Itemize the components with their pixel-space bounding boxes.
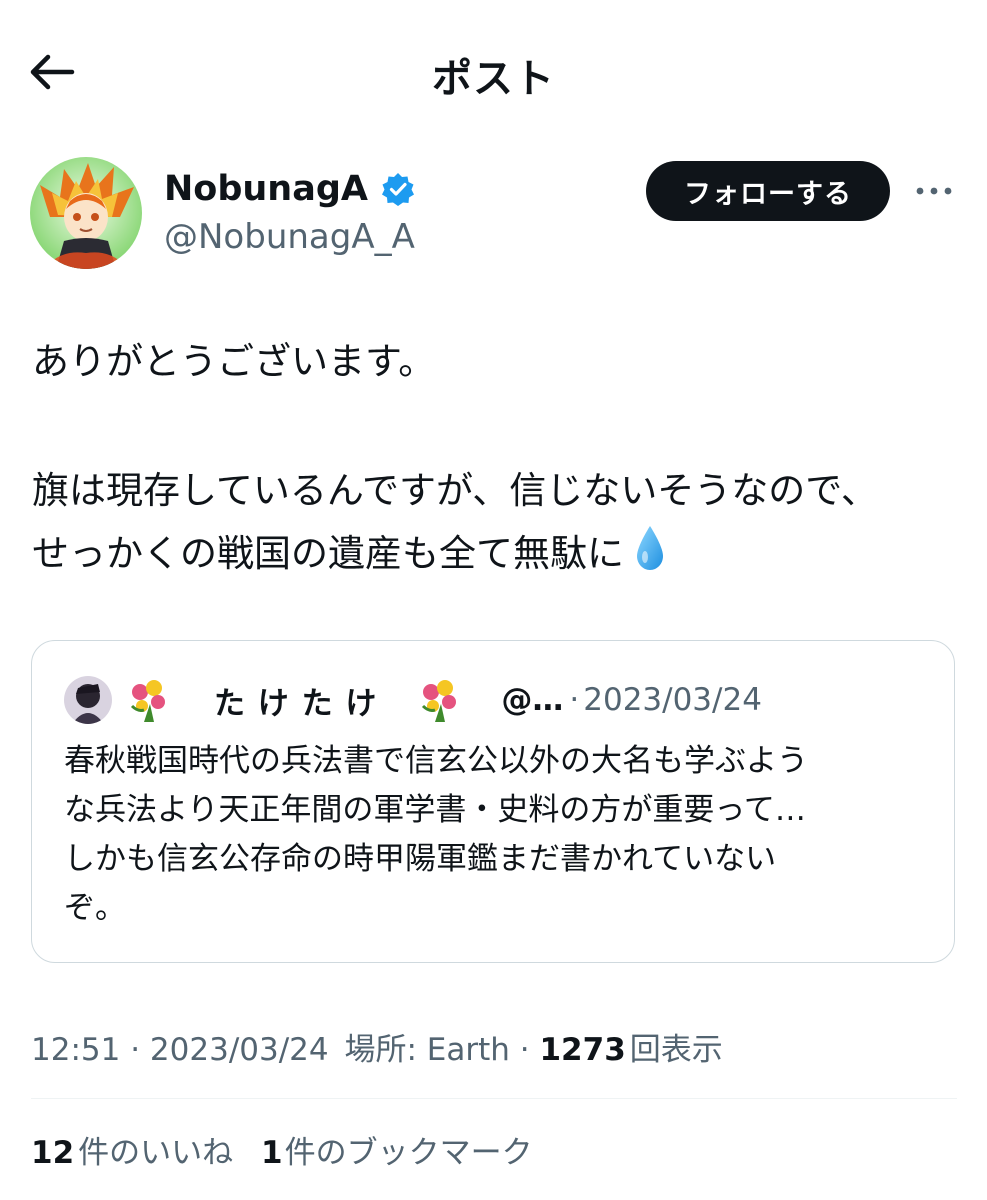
post-location: 場所: Earth xyxy=(344,1032,510,1068)
quoted-line: 春秋戦国時代の兵法書で信玄公以外の大名も学ぶよう xyxy=(64,743,808,779)
quoted-handle: @… xyxy=(501,682,564,718)
more-options-button[interactable] xyxy=(912,169,956,213)
post-line: せっかくの戦国の遺産も全て無駄に xyxy=(32,522,952,585)
avatar-image xyxy=(30,157,142,269)
quoted-avatar xyxy=(64,676,112,724)
bouquet-icon xyxy=(130,680,165,722)
meta-separator: · xyxy=(519,1032,530,1068)
post-line-text: せっかくの戦国の遺産も全て無駄に xyxy=(32,532,624,575)
quoted-separator: · xyxy=(569,682,580,718)
quoted-line: ぞ。 xyxy=(64,890,126,926)
user-handle[interactable]: @NobunagA_A xyxy=(164,215,415,259)
verified-badge-icon xyxy=(382,173,415,206)
engagement-stats: 12 件のいいね 1件のブックマーク xyxy=(31,1127,533,1172)
meta-separator: · xyxy=(130,1032,141,1068)
post-line: ありがとうございます。 xyxy=(32,340,436,383)
droplet-icon xyxy=(637,526,663,570)
post-time[interactable]: 12:51 xyxy=(31,1032,120,1068)
likes-stat[interactable]: 12 件のいいね xyxy=(31,1135,233,1171)
bookmarks-count: 1 xyxy=(261,1135,283,1171)
views-count: 1273 xyxy=(539,1032,626,1068)
divider xyxy=(31,1098,957,1099)
likes-count: 12 xyxy=(31,1135,75,1171)
post-date[interactable]: 2023/03/24 xyxy=(150,1032,329,1068)
quoted-post[interactable]: た け た け @… · 2023/03/24 春秋戦国時代の兵法書で信玄公以外… xyxy=(31,640,955,963)
author-names: NobunagA @NobunagA_A xyxy=(164,167,415,259)
post-author: NobunagA @NobunagA_A フォローする xyxy=(30,155,957,275)
page-title: ポスト xyxy=(432,56,555,102)
post-line: 旗は現存しているんですが、信じないそうなので、 xyxy=(32,469,878,512)
post-text: ありがとうございます。 旗は現存しているんですが、信じないそうなので、 せっかく… xyxy=(32,330,952,585)
quoted-line: な兵法より天正年間の軍学書・史料の方が重要って… xyxy=(64,792,806,828)
post-meta: 12:51 · 2023/03/24 場所: Earth · 1273 回表示 xyxy=(31,1024,723,1069)
more-horizontal-icon xyxy=(916,187,952,195)
quoted-post-header: た け た け @… · 2023/03/24 xyxy=(64,675,934,725)
top-bar: ポスト xyxy=(0,0,987,140)
bookmarks-stat[interactable]: 1件のブックマーク xyxy=(261,1135,533,1171)
quoted-text: 春秋戦国時代の兵法書で信玄公以外の大名も学ぶよう な兵法より天正年間の軍学書・史… xyxy=(64,737,934,933)
bouquet-icon xyxy=(422,680,457,722)
views-label: 回表示 xyxy=(629,1032,723,1068)
follow-button[interactable]: フォローする xyxy=(646,161,890,221)
quoted-date: 2023/03/24 xyxy=(583,682,762,718)
avatar[interactable] xyxy=(30,157,142,269)
quoted-display-name: た け た け xyxy=(214,685,378,722)
bookmarks-label: 件のブックマーク xyxy=(284,1135,533,1171)
likes-label: 件のいいね xyxy=(78,1135,234,1171)
display-name[interactable]: NobunagA xyxy=(164,167,368,211)
quoted-line: しかも信玄公存命の時甲陽軍鑑まだ書かれていない xyxy=(64,841,777,877)
